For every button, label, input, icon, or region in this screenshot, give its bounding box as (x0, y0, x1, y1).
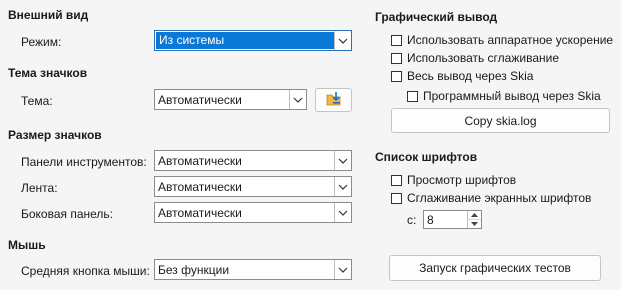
antialias-checkbox[interactable]: Использовать сглаживание (391, 51, 559, 65)
skia-sw-label: Программный вывод через Skia (423, 89, 601, 103)
toolbars-value: Автоматически (158, 153, 242, 168)
from-label: с: (407, 213, 417, 227)
mode-label: Режим: (21, 35, 62, 49)
hw-accel-label: Использовать аппаратное ускорение (407, 33, 614, 47)
toolbars-label: Панели инструментов: (21, 155, 147, 169)
sidebar-value: Автоматически (158, 205, 242, 220)
from-size-value: 8 (427, 212, 434, 227)
skia-all-checkbox[interactable]: Весь вывод через Skia (391, 69, 533, 83)
checkbox-box (391, 192, 402, 204)
skia-all-label: Весь вывод через Skia (407, 69, 534, 83)
checkbox-box (391, 174, 402, 186)
copy-skia-log-button[interactable]: Copy skia.log (391, 108, 610, 133)
toolbars-dropdown[interactable]: Автоматически (154, 150, 352, 171)
mode-dropdown[interactable]: Из системы (154, 30, 352, 51)
middle-button-dropdown[interactable]: Без функции (154, 259, 352, 280)
checkbox-box (391, 34, 402, 46)
icon-size-title: Размер значков (8, 128, 102, 142)
chevron-down-icon (334, 177, 351, 196)
checkbox-box (391, 52, 402, 64)
font-preview-checkbox[interactable]: Просмотр шрифтов (391, 173, 516, 187)
caret-down-icon[interactable] (468, 219, 481, 228)
skia-sw-checkbox[interactable]: Программный вывод через Skia (407, 89, 601, 103)
chevron-down-icon (334, 203, 351, 222)
theme-dropdown[interactable]: Автоматически (154, 89, 307, 110)
mode-value: Из системы (156, 32, 334, 49)
screen-antialias-checkbox[interactable]: Сглаживание экранных шрифтов (391, 191, 591, 205)
sidebar-dropdown[interactable]: Автоматически (154, 202, 352, 223)
theme-value: Автоматически (158, 92, 242, 107)
middle-button-label: Средняя кнопка мыши: (21, 264, 150, 278)
sidebar-label: Боковая панель: (21, 207, 114, 221)
ribbon-value: Автоматически (158, 179, 242, 194)
graphics-title: Графический вывод (375, 10, 498, 24)
ribbon-label: Лента: (21, 181, 58, 195)
mouse-title: Мышь (8, 238, 46, 252)
icon-theme-title: Тема значков (8, 66, 88, 80)
checkbox-box (391, 70, 402, 82)
antialias-label: Использовать сглаживание (407, 51, 559, 65)
from-size-spinbox[interactable]: 8 (423, 210, 482, 229)
run-graphics-tests-button[interactable]: Запуск графических тестов (389, 255, 601, 281)
screen-antialias-label: Сглаживание экранных шрифтов (407, 191, 592, 205)
add-icon-theme-button[interactable] (315, 88, 352, 112)
font-preview-label: Просмотр шрифтов (407, 173, 517, 187)
font-list-title: Список шрифтов (375, 150, 478, 164)
middle-button-value: Без функции (158, 262, 230, 277)
caret-up-icon[interactable] (468, 211, 481, 219)
ribbon-dropdown[interactable]: Автоматически (154, 176, 352, 197)
chevron-down-icon (334, 260, 351, 279)
hw-accel-checkbox[interactable]: Использовать аппаратное ускорение (391, 33, 613, 47)
chevron-down-icon (289, 90, 306, 109)
chevron-down-icon (334, 31, 351, 50)
checkbox-box (407, 90, 418, 102)
add-icon-theme-icon (325, 91, 343, 110)
appearance-title: Внешний вид (8, 8, 89, 22)
chevron-down-icon (334, 151, 351, 170)
theme-label: Тема: (21, 94, 53, 108)
